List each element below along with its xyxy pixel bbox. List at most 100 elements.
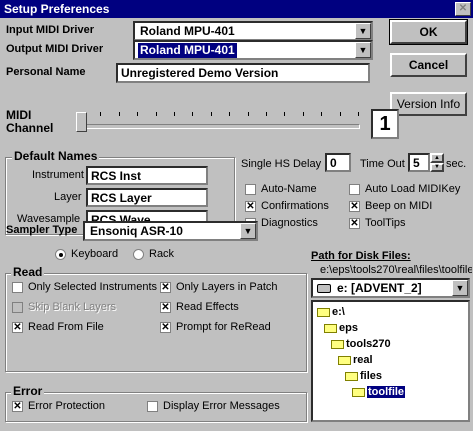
drive-select[interactable]: e: [ADVENT_2] ▼ (311, 278, 470, 298)
ok-button[interactable]: OK (389, 19, 468, 45)
checkbox-box (12, 302, 23, 313)
folder-icon (331, 339, 344, 349)
radio-empty-icon (133, 249, 144, 260)
checkbox-label: Auto Load MIDIKey (365, 183, 461, 195)
checkbox-label: Skip Blank Layers (28, 301, 117, 313)
input-driver-label: Input MIDI Driver (6, 24, 95, 36)
tree-node-label: eps (339, 322, 358, 334)
disk-path-value: e:\eps\tools270\real\files\toolfile (320, 264, 472, 276)
version-info-button[interactable]: Version Info (390, 92, 467, 116)
checkbox-label: Auto-Name (261, 183, 317, 195)
slider-tick (137, 112, 139, 116)
default-names-title: Default Names (12, 149, 100, 163)
folder-icon (352, 387, 365, 397)
check-icon: ✕ (160, 322, 171, 333)
tree-node[interactable]: eps (324, 322, 358, 335)
output-driver-select[interactable]: Roland MPU-401 ▼ (133, 40, 373, 60)
output-driver-label: Output MIDI Driver (6, 43, 104, 55)
folder-tree[interactable]: e:\ eps tools270 real files toolfile (311, 300, 470, 422)
checkbox-label: ToolTips (365, 217, 406, 229)
slider-tick (321, 112, 323, 116)
disk-path-label: Path for Disk Files: (311, 250, 411, 262)
checkbox-label: Only Layers in Patch (176, 281, 278, 293)
chevron-down-icon[interactable]: ▼ (355, 23, 371, 39)
chevron-up-icon[interactable]: ▲ (430, 153, 444, 163)
sampler-type-label: Sampler Type (6, 224, 78, 236)
input-driver-select[interactable]: Roland MPU-401 ▼ (133, 21, 373, 41)
timeout-unit: sec. (446, 158, 467, 170)
check-icon: ✕ (245, 201, 256, 212)
hs-delay-field[interactable]: 0 (325, 153, 351, 172)
folder-icon (317, 307, 330, 317)
slider-track (78, 124, 360, 129)
checkbox-label: Error Protection (28, 400, 106, 412)
checkbox-box (147, 401, 158, 412)
tree-node[interactable]: toolfile (352, 386, 406, 399)
slider-tick (155, 112, 157, 116)
slider-tick (339, 112, 341, 116)
check-icon: ✕ (12, 322, 23, 333)
checkbox-label: Diagnostics (261, 217, 318, 229)
instrument-field[interactable]: RCS Inst (86, 166, 208, 185)
tree-node[interactable]: files (345, 370, 382, 383)
tree-node-label: toolfile (367, 386, 406, 398)
tree-node[interactable]: tools270 (331, 338, 391, 351)
check-icon: ✕ (349, 218, 360, 229)
slider-tick (229, 112, 231, 116)
checkbox-box (12, 282, 23, 293)
folder-icon (345, 371, 358, 381)
checkbox-label: Only Selected Instruments (28, 281, 158, 293)
slider-thumb[interactable] (76, 112, 87, 132)
tree-node-label: e:\ (332, 306, 345, 318)
chevron-down-icon[interactable]: ▼ (240, 223, 256, 239)
midi-channel-value: 1 (371, 109, 399, 139)
radio-dot-icon (55, 249, 66, 260)
keyboard-radio-label: Keyboard (71, 248, 119, 260)
slider-ticks (70, 112, 370, 118)
sampler-type-select[interactable]: Ensoniq ASR-10 ▼ (83, 221, 258, 241)
check-icon: ✕ (160, 282, 171, 293)
keyboard-radio[interactable] (55, 249, 66, 260)
tree-node[interactable]: real (338, 354, 373, 367)
tree-node[interactable]: e:\ (317, 306, 345, 319)
instrument-label: Instrument (32, 169, 84, 181)
window-title: Setup Preferences (4, 2, 110, 16)
midi-channel-slider[interactable] (70, 108, 370, 138)
checkbox-box (349, 184, 360, 195)
chevron-down-icon[interactable]: ▼ (355, 42, 371, 58)
chevron-down-icon[interactable]: ▼ (430, 163, 444, 172)
slider-tick (210, 112, 212, 116)
title-bar: Setup Preferences ✕ (0, 0, 473, 18)
layer-field[interactable]: RCS Layer (86, 188, 208, 207)
timeout-field[interactable]: 5 (408, 153, 430, 172)
midi-channel-label: MIDI Channel (6, 109, 53, 135)
slider-tick (100, 112, 102, 116)
hs-delay-label: Single HS Delay (241, 158, 322, 170)
read-title: Read (11, 265, 45, 279)
chevron-down-icon[interactable]: ▼ (452, 280, 468, 296)
cancel-button[interactable]: Cancel (390, 53, 467, 77)
check-icon: ✕ (12, 401, 23, 412)
folder-icon (338, 355, 351, 365)
timeout-spinner[interactable]: ▲ ▼ (430, 153, 444, 172)
checkbox-box (245, 184, 256, 195)
tree-node-label: tools270 (346, 338, 391, 350)
rack-radio[interactable] (133, 249, 144, 260)
checkbox-label: Read From File (28, 321, 104, 333)
drive-icon (317, 284, 331, 293)
slider-tick (302, 112, 304, 116)
personal-name-field[interactable]: Unregistered Demo Version (116, 63, 370, 83)
close-icon[interactable]: ✕ (455, 2, 471, 16)
slider-tick (266, 112, 267, 116)
slider-tick (118, 112, 120, 116)
midi-channel-label-line2: Channel (6, 121, 54, 135)
slider-tick (358, 112, 359, 116)
checkbox-label: Confirmations (261, 200, 329, 212)
tree-node-label: files (360, 370, 383, 382)
check-icon: ✕ (349, 201, 360, 212)
rack-radio-label: Rack (149, 248, 175, 260)
timeout-label: Time Out (360, 158, 405, 170)
input-driver-value: Roland MPU-401 (140, 24, 235, 38)
checkbox-label: Display Error Messages (163, 400, 280, 412)
slider-tick (247, 112, 249, 116)
